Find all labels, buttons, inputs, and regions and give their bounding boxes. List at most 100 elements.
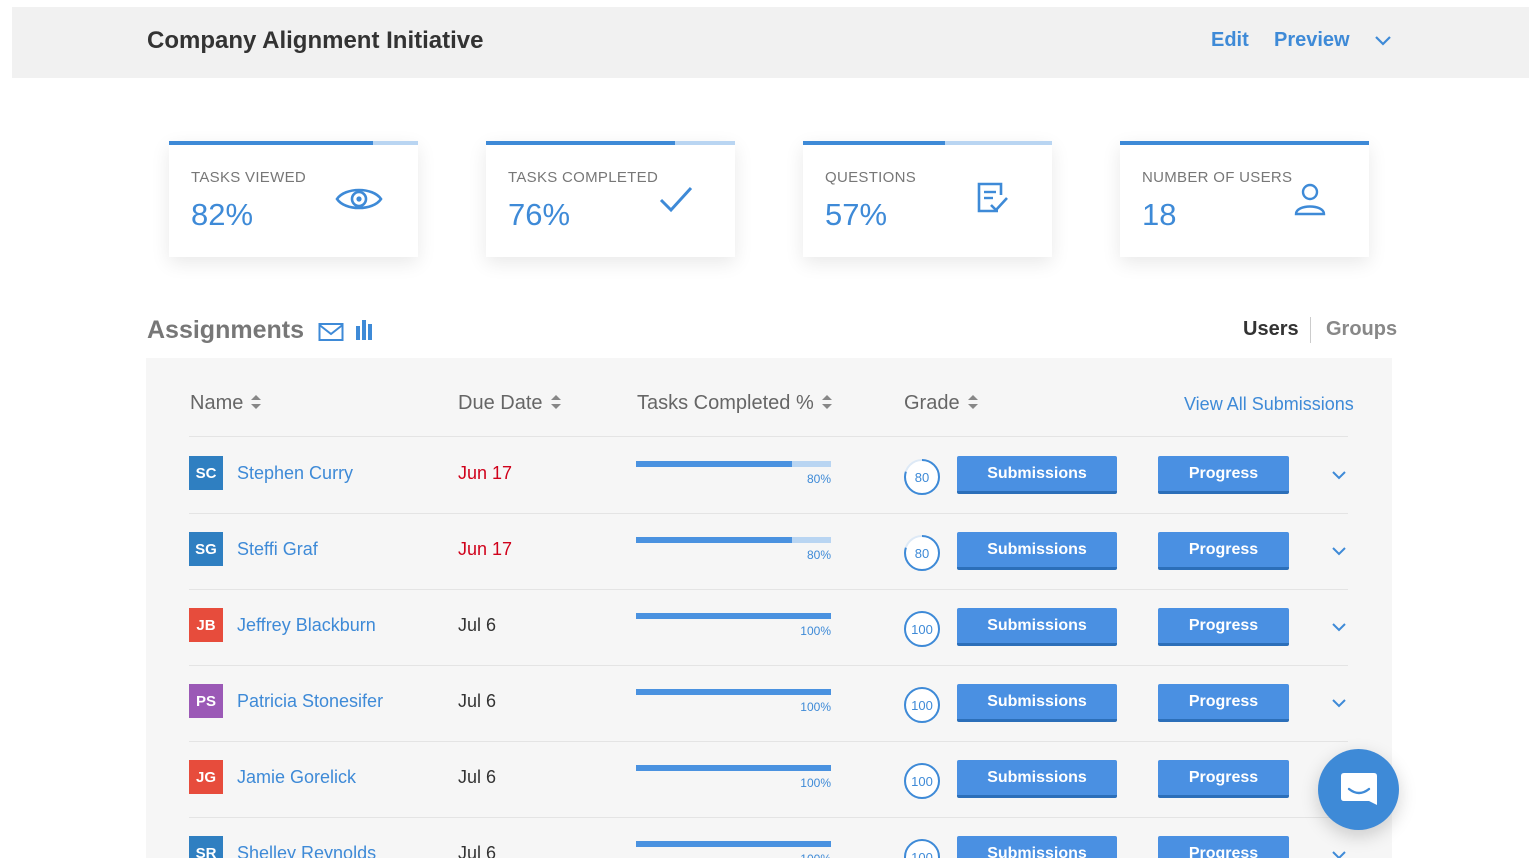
user-name-link[interactable]: Steffi Graf [237, 539, 318, 560]
sort-icon [550, 394, 561, 409]
tasks-progress-bar [636, 765, 831, 771]
progress-button[interactable]: Progress [1158, 608, 1289, 646]
column-header-tasks-completed[interactable]: Tasks Completed % [637, 392, 832, 415]
progress-button[interactable]: Progress [1158, 456, 1289, 494]
document-check-icon [968, 179, 1018, 219]
stat-label: NUMBER OF USERS [1142, 169, 1293, 186]
stat-value: 18 [1142, 197, 1177, 232]
grade-value: 100 [911, 697, 933, 713]
grade-ring: 80 [903, 534, 941, 572]
column-header-label: Grade [904, 392, 960, 414]
avatar: SR [189, 836, 223, 858]
tasks-progress-fill [636, 613, 831, 619]
stat-value: 57% [825, 197, 888, 232]
grade-ring: 100 [903, 686, 941, 724]
progress-button[interactable]: Progress [1158, 532, 1289, 570]
table-row: JG Jamie Gorelick Jul 6 100% 100 Submiss… [146, 742, 1392, 818]
chat-launcher-button[interactable] [1318, 749, 1399, 830]
grade-ring: 100 [903, 610, 941, 648]
progress-button[interactable]: Progress [1158, 760, 1289, 798]
grade-value: 100 [911, 621, 933, 637]
stat-label: TASKS VIEWED [191, 169, 307, 186]
table-row: JB Jeffrey Blackburn Jul 6 100% 100 Subm… [146, 590, 1392, 666]
stat-track [486, 141, 735, 145]
user-icon [1285, 179, 1335, 219]
progress-button[interactable]: Progress [1158, 836, 1289, 858]
submissions-button[interactable]: Submissions [957, 836, 1117, 858]
stat-fill [169, 141, 374, 145]
chevron-down-icon[interactable] [1331, 544, 1347, 558]
preview-link[interactable]: Preview [1274, 29, 1350, 52]
tasks-progress-bar [636, 689, 831, 695]
view-all-submissions-link[interactable]: View All Submissions [1184, 394, 1354, 415]
tasks-progress-bar [636, 841, 831, 847]
stat-track [1120, 141, 1369, 145]
stat-card-number-of-users: NUMBER OF USERS 18 [1120, 141, 1369, 257]
user-name-link[interactable]: Jeffrey Blackburn [237, 615, 376, 636]
grade-value: 80 [914, 469, 930, 485]
user-name-link[interactable]: Jamie Gorelick [237, 767, 356, 788]
assignments-title: Assignments [147, 316, 304, 344]
stat-card-tasks-completed: TASKS COMPLETED 76% [486, 141, 735, 257]
grade-value: 100 [911, 849, 933, 859]
column-header-label: Tasks Completed % [637, 392, 814, 414]
chevron-down-icon[interactable] [1374, 31, 1392, 49]
column-header-grade[interactable]: Grade [904, 392, 978, 415]
submissions-button[interactable]: Submissions [957, 684, 1117, 722]
edit-link[interactable]: Edit [1211, 29, 1249, 52]
avatar: SG [189, 532, 223, 566]
table-row: SG Steffi Graf Jun 17 80% 80 Submissions… [146, 514, 1392, 590]
tasks-progress-percent: 100% [800, 776, 831, 790]
assignments-table: Name Due Date Tasks Completed % Grade Vi… [146, 358, 1392, 858]
checkmark-icon [651, 179, 701, 219]
progress-button[interactable]: Progress [1158, 684, 1289, 722]
tasks-progress-fill [636, 461, 792, 467]
column-header-name[interactable]: Name [190, 392, 262, 415]
user-name-link[interactable]: Stephen Curry [237, 463, 353, 484]
table-row: SR Shelley Reynolds Jul 6 100% 100 Submi… [146, 818, 1392, 858]
grade-value: 100 [911, 773, 933, 789]
page-title: Company Alignment Initiative [147, 27, 484, 54]
tasks-progress-percent: 80% [806, 548, 831, 562]
bar-chart-icon[interactable] [355, 320, 373, 340]
submissions-button[interactable]: Submissions [957, 760, 1117, 798]
user-name-link[interactable]: Patricia Stonesifer [237, 691, 383, 712]
stat-track [169, 141, 418, 145]
chevron-down-icon[interactable] [1331, 468, 1347, 482]
tasks-progress-bar [636, 461, 831, 467]
stat-fill [1120, 141, 1369, 145]
avatar: JB [189, 608, 223, 642]
chevron-down-icon[interactable] [1331, 696, 1347, 710]
tasks-progress-percent: 100% [800, 700, 831, 714]
submissions-button[interactable]: Submissions [957, 608, 1117, 646]
due-date: Jul 6 [458, 767, 497, 787]
top-bar: Company Alignment Initiative Edit Previe… [12, 7, 1529, 78]
tasks-progress-percent: 100% [800, 624, 831, 638]
stat-fill [803, 141, 945, 145]
tasks-progress-percent: 80% [806, 472, 831, 486]
due-date: Jul 6 [458, 615, 497, 635]
grade-ring: 80 [903, 458, 941, 496]
column-header-label: Name [190, 392, 244, 414]
stat-card-questions: QUESTIONS 57% [803, 141, 1052, 257]
mail-icon[interactable] [318, 322, 344, 342]
grade-ring: 100 [903, 838, 941, 858]
sort-icon [821, 394, 832, 409]
submissions-button[interactable]: Submissions [957, 456, 1117, 494]
chevron-down-icon[interactable] [1331, 848, 1347, 858]
tasks-progress-fill [636, 537, 792, 543]
user-name-link[interactable]: Shelley Reynolds [237, 843, 376, 858]
submissions-button[interactable]: Submissions [957, 532, 1117, 570]
stat-card-tasks-viewed: TASKS VIEWED 82% [169, 141, 418, 257]
column-header-due-date[interactable]: Due Date [458, 392, 561, 415]
header-divider [189, 436, 1348, 437]
toggle-users[interactable]: Users [1243, 318, 1299, 341]
tasks-progress-bar [636, 613, 831, 619]
due-date: Jul 6 [458, 691, 497, 711]
avatar: PS [189, 684, 223, 718]
toggle-divider [1310, 317, 1311, 343]
chevron-down-icon[interactable] [1331, 620, 1347, 634]
toggle-groups[interactable]: Groups [1326, 318, 1397, 341]
stat-track [803, 141, 1052, 145]
tasks-progress-bar [636, 537, 831, 543]
